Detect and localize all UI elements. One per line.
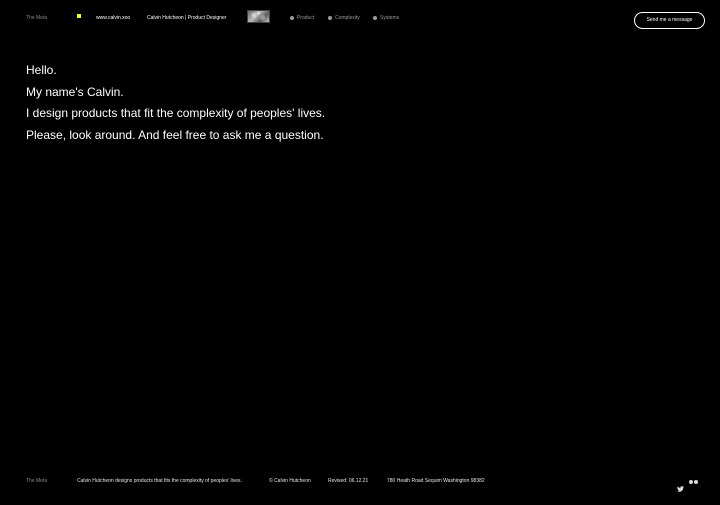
- intro-section: Hello. My name's Calvin. I design produc…: [26, 60, 325, 146]
- nav-item-complexity[interactable]: Complexity: [328, 15, 360, 21]
- footer-revised-date: Revised: 06.12.21: [328, 478, 369, 484]
- site-header: The Meta www.calvin.xoo Calvin Hutcheon …: [0, 0, 720, 40]
- bullet-icon: [373, 16, 377, 20]
- page: The Meta www.calvin.xoo Calvin Hutcheon …: [0, 0, 720, 505]
- bullet-icon: [328, 16, 332, 20]
- intro-invitation: Please, look around. And feel free to as…: [26, 127, 324, 142]
- send-message-button[interactable]: Send me a message: [634, 12, 705, 29]
- twitter-icon[interactable]: [677, 479, 684, 492]
- nav-label: Product: [297, 15, 315, 21]
- footer-address: 780 Heath Road Sequim Washington 98382: [387, 478, 485, 484]
- nav-label: Complexity: [335, 15, 360, 21]
- site-name: Calvin Hutcheon | Product Designer: [147, 15, 227, 21]
- footer-copyright: © Calvin Hutcheon: [269, 478, 311, 484]
- footer-description: Calvin Hutcheon designs products that fi…: [77, 478, 242, 484]
- bullet-icon: [290, 16, 294, 20]
- site-url-link[interactable]: www.calvin.xoo: [96, 15, 130, 21]
- nav-item-product[interactable]: Product: [290, 15, 314, 21]
- intro-name: My name's Calvin.: [26, 84, 124, 99]
- footer-meta-label[interactable]: The Meta: [26, 478, 47, 484]
- status-dot-icon: [77, 14, 81, 18]
- meta-label[interactable]: The Meta: [26, 15, 47, 21]
- nav-item-systems[interactable]: Systems: [373, 15, 399, 21]
- intro-statement: I design products that fit the complexit…: [26, 106, 326, 120]
- thumbnail-image[interactable]: [247, 10, 270, 23]
- intro-greeting: Hello.: [26, 63, 57, 77]
- flickr-icon[interactable]: [689, 480, 698, 484]
- nav-label: Systems: [380, 15, 400, 21]
